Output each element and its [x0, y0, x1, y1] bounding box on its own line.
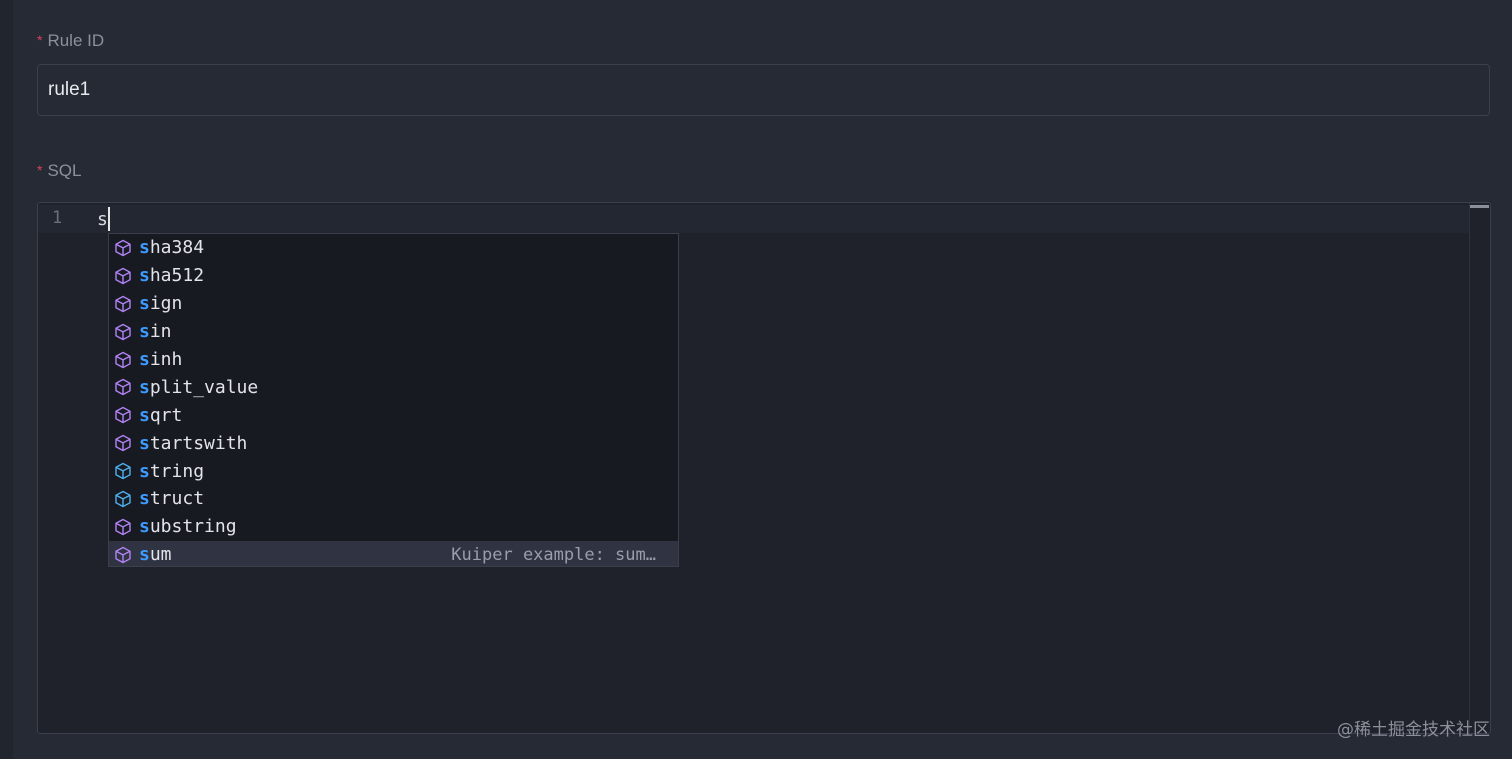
function-cube-icon [113, 433, 133, 453]
watermark: @稀土掘金技术社区 [1337, 720, 1490, 740]
suggestion-match: s [139, 460, 150, 482]
code-line[interactable]: s [97, 207, 110, 231]
suggestion-item[interactable]: s ubstring [109, 513, 678, 541]
function-cube-icon [113, 322, 133, 342]
suggestion-label: plit_value [149, 376, 259, 398]
type-cube-icon [113, 489, 133, 509]
suggestion-match: s [139, 488, 150, 510]
suggestion-item[interactable]: s ha512 [109, 262, 678, 290]
function-cube-icon [113, 545, 133, 565]
function-cube-icon [113, 405, 133, 425]
function-cube-icon [113, 266, 133, 286]
suggestion-label: ha512 [149, 265, 205, 287]
suggestion-label: tring [149, 460, 205, 482]
function-cube-icon [113, 377, 133, 397]
editor-scrollbar[interactable] [1469, 203, 1490, 733]
function-cube-icon [113, 517, 133, 537]
rule-id-input[interactable] [37, 64, 1490, 116]
required-mark: * [37, 32, 43, 48]
text-cursor [107, 207, 110, 231]
function-cube-icon [113, 350, 133, 370]
suggestion-item[interactable]: s um Kuiper example: sum… [109, 540, 678, 566]
autocomplete-suggestions[interactable]: s ha384 s ha512 s ign s in s inh s plit_value s qrt s t… [108, 233, 679, 567]
suggestion-label: um [149, 544, 172, 566]
suggestion-label: ha384 [149, 237, 205, 259]
type-cube-icon [113, 461, 133, 481]
suggestion-item[interactable]: s ign [109, 290, 678, 318]
suggestion-match: s [139, 265, 150, 287]
rule-id-label: * Rule ID [37, 31, 104, 51]
suggestion-item[interactable]: s tring [109, 457, 678, 485]
suggestion-match: s [139, 376, 150, 398]
current-line-highlight [38, 205, 1470, 233]
rule-id-label-text: Rule ID [47, 31, 105, 50]
scrollbar-cursor-marker [1470, 205, 1489, 208]
suggestion-item[interactable]: s qrt [109, 401, 678, 429]
suggestion-item[interactable]: s plit_value [109, 373, 678, 401]
suggestion-match: s [139, 349, 150, 370]
suggestion-label: truct [149, 488, 205, 510]
suggestion-item[interactable]: s ha384 [109, 234, 678, 262]
suggestion-match: s [139, 321, 150, 343]
suggestion-item[interactable]: s truct [109, 485, 678, 513]
required-mark: * [37, 162, 43, 178]
suggestion-label: tartswith [149, 432, 248, 454]
suggestion-match: s [139, 544, 150, 566]
left-rail [0, 0, 13, 759]
function-cube-icon [113, 238, 133, 258]
suggestion-match: s [139, 516, 150, 538]
suggestion-label: qrt [149, 404, 183, 426]
suggestion-detail: Kuiper example: sum… [451, 544, 656, 565]
suggestion-label: ign [149, 293, 183, 315]
suggestion-label: ubstring [149, 516, 237, 538]
sql-label-text: SQL [47, 161, 82, 180]
suggestion-item[interactable]: s tartswith [109, 429, 678, 457]
suggestion-match: s [139, 293, 150, 315]
suggestion-item[interactable]: s inh [109, 346, 678, 374]
suggestion-match: s [139, 237, 150, 259]
suggestion-match: s [139, 432, 150, 454]
suggestion-label: inh [149, 349, 183, 370]
suggestion-item[interactable]: s in [109, 318, 678, 346]
sql-label: * SQL [37, 161, 81, 181]
suggestion-label: in [149, 321, 172, 343]
code-text: s [97, 208, 108, 230]
suggestion-match: s [139, 404, 150, 426]
line-number: 1 [52, 208, 63, 228]
function-cube-icon [113, 294, 133, 314]
